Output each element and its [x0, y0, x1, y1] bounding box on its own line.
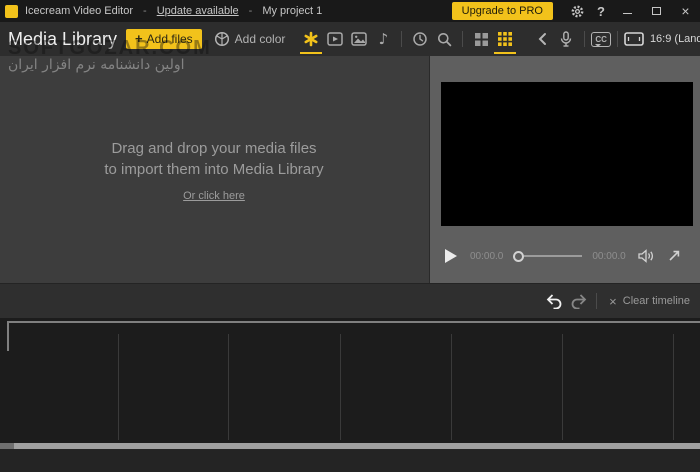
- video-preview: [441, 82, 693, 226]
- fullscreen-button[interactable]: [667, 249, 681, 263]
- preview-toolbar: CC 16:9 (Landscape): [554, 28, 700, 50]
- cc-icon: CC: [595, 34, 607, 44]
- timeline-toolbar-divider: [596, 293, 598, 309]
- help-icon: ?: [597, 3, 605, 19]
- toolbar-divider: [401, 31, 403, 47]
- media-library-panel: Drag and drop your media files to import…: [0, 56, 428, 283]
- titlebar-dash: -: [248, 5, 253, 17]
- media-filter-tabs: ♪: [299, 28, 554, 54]
- seek-track[interactable]: [524, 255, 583, 257]
- timeline-grid-divider: [340, 334, 341, 440]
- current-time: 00:00.0: [470, 250, 504, 262]
- timeline-playhead[interactable]: [7, 321, 9, 351]
- gear-icon: [570, 4, 585, 19]
- color-wheel-icon: [214, 31, 230, 47]
- redo-button[interactable]: [566, 289, 590, 313]
- update-available-link[interactable]: Update available: [157, 5, 239, 17]
- add-files-button[interactable]: + Add files: [126, 29, 202, 49]
- effects-button[interactable]: [409, 28, 431, 50]
- volume-icon: [638, 249, 655, 263]
- maximize-icon: [652, 7, 661, 15]
- timeline-grid-divider: [228, 334, 229, 440]
- timeline-grid-divider: [562, 334, 563, 440]
- collapse-panel-button[interactable]: [531, 28, 553, 50]
- search-button[interactable]: [433, 28, 455, 50]
- plus-icon: +: [135, 31, 143, 46]
- help-button[interactable]: ?: [589, 0, 613, 22]
- grid-large-icon: [498, 32, 513, 46]
- undo-button[interactable]: [542, 289, 566, 313]
- app-window: Icecream Video Editor - Update available…: [0, 0, 700, 472]
- minimize-icon: [623, 12, 632, 14]
- aspect-ratio-selector[interactable]: 16:9 (Landscape): [624, 32, 700, 46]
- seek-knob[interactable]: [513, 250, 525, 262]
- timeline-track-area[interactable]: [0, 318, 700, 472]
- dropzone-text-line2: to import them into Media Library: [104, 161, 324, 178]
- media-dropzone[interactable]: Drag and drop your media files to import…: [0, 138, 428, 204]
- titlebar-dash: -: [143, 5, 147, 17]
- music-note-icon: ♪: [378, 30, 389, 48]
- player-controls: 00:00.0 00:00.0: [430, 238, 700, 274]
- media-library-title: Media Library: [8, 28, 118, 49]
- aspect-ratio-value: 16:9 (Landscape): [649, 33, 700, 45]
- tab-audio[interactable]: ♪: [372, 28, 394, 50]
- clear-timeline-button[interactable]: × Clear timeline: [609, 295, 690, 308]
- settings-button[interactable]: [565, 0, 589, 22]
- minimize-button[interactable]: [613, 0, 642, 22]
- image-icon: [351, 32, 368, 46]
- tab-images[interactable]: [348, 28, 370, 50]
- expand-icon: [667, 249, 681, 263]
- view-grid-large-button[interactable]: [494, 28, 517, 54]
- aspect-ratio-icon: [624, 32, 644, 46]
- search-icon: [437, 32, 452, 47]
- grid-small-icon: [474, 32, 488, 46]
- volume-button[interactable]: [638, 249, 655, 263]
- view-grid-small-button[interactable]: [470, 28, 492, 50]
- add-color-button[interactable]: Add color: [214, 31, 286, 47]
- toolbar: Media Library + Add files Add color ♪ CC…: [0, 22, 700, 56]
- add-files-label: Add files: [146, 32, 193, 46]
- timeline-grid-divider: [451, 334, 452, 440]
- tab-videos[interactable]: [324, 28, 346, 50]
- close-button[interactable]: ×: [671, 0, 700, 22]
- timeline-ruler: [7, 321, 700, 323]
- play-icon: [444, 248, 458, 264]
- clear-timeline-label: Clear timeline: [622, 295, 690, 307]
- timeline-grid-divider: [673, 334, 674, 440]
- timeline-toolbar: × Clear timeline: [0, 283, 700, 318]
- titlebar: Icecream Video Editor - Update available…: [0, 0, 700, 22]
- seek-slider[interactable]: [513, 250, 583, 262]
- star-icon: [303, 31, 319, 47]
- microphone-icon: [558, 30, 574, 48]
- add-color-label: Add color: [234, 32, 286, 46]
- maximize-button[interactable]: [642, 0, 671, 22]
- click-here-link[interactable]: Or click here: [183, 190, 245, 202]
- clear-x-icon: ×: [609, 293, 617, 309]
- tab-all-files[interactable]: [300, 28, 323, 54]
- redo-icon: [569, 293, 588, 309]
- titlebar-actions: Upgrade to PRO ? ×: [451, 0, 700, 22]
- subtitles-button[interactable]: CC: [591, 31, 611, 47]
- video-file-icon: [327, 32, 344, 46]
- total-time: 00:00.0: [592, 250, 626, 262]
- timeline-grid-divider: [118, 334, 119, 440]
- toolbar-divider: [584, 31, 586, 47]
- close-icon: ×: [681, 3, 690, 19]
- project-name: My project 1: [262, 5, 323, 17]
- app-title: Icecream Video Editor: [25, 5, 134, 17]
- play-button[interactable]: [444, 248, 458, 264]
- app-logo-icon: [5, 4, 18, 18]
- dropzone-text-line1: Drag and drop your media files: [111, 140, 317, 157]
- timeline-footer-strip: [0, 449, 700, 472]
- effects-icon: [412, 31, 428, 47]
- upgrade-to-pro-button[interactable]: Upgrade to PRO: [451, 2, 553, 20]
- voiceover-button[interactable]: [555, 28, 577, 50]
- preview-panel: 00:00.0 00:00.0: [429, 56, 700, 283]
- chevron-left-icon: [537, 32, 547, 46]
- toolbar-divider: [616, 31, 618, 47]
- toolbar-divider: [462, 31, 464, 47]
- undo-icon: [545, 293, 564, 309]
